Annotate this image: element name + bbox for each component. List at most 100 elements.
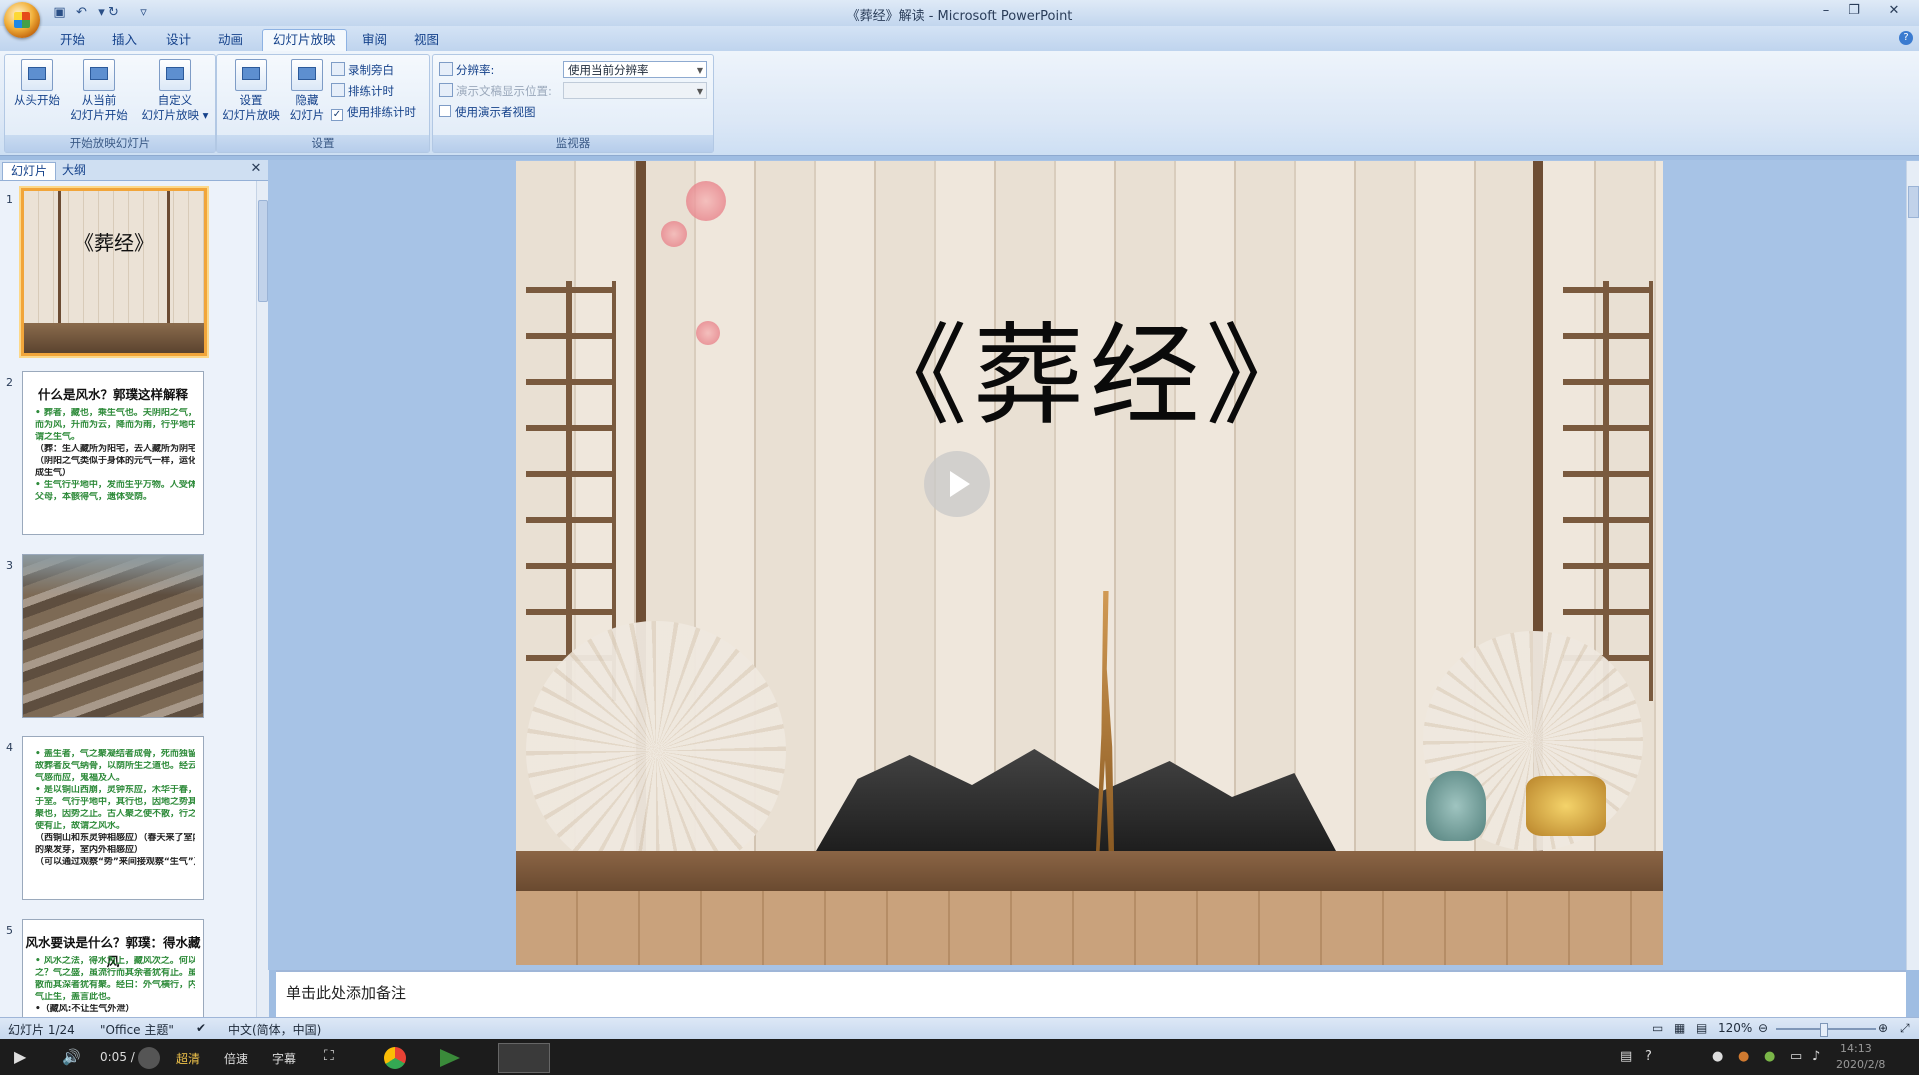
show-on-label: 演示文稿显示位置:: [439, 82, 552, 100]
slide-number: 1: [6, 193, 13, 206]
zoom-slider-thumb[interactable]: [1820, 1023, 1828, 1037]
slide-number: 4: [6, 741, 13, 754]
tray-icon[interactable]: ▤: [1620, 1049, 1632, 1064]
resolution-select[interactable]: 使用当前分辨率 ▼: [563, 61, 707, 78]
volume-icon[interactable]: 🔊: [62, 1048, 81, 1066]
thumb-line: 而为风，升而为云，降而为雨，行乎地中，: [35, 420, 195, 430]
wooden-table-decoration: [516, 851, 1663, 891]
save-icon[interactable]: ▣: [52, 5, 67, 20]
slide-thumbnail-5[interactable]: 风水要诀是什么？郭璞：得水藏风 • 风水之法，得水为上，藏风次之。何以言 之？气…: [22, 919, 204, 1017]
thumb-line: 气止生，盖言此也。: [35, 992, 117, 1002]
setup-slideshow-button[interactable]: 设置 幻灯片放映: [219, 59, 283, 123]
thumb-title: 什么是风水？郭璞这样解释: [37, 387, 188, 402]
close-button[interactable]: ✕: [1880, 2, 1908, 20]
group-monitors-label: 监视器: [433, 135, 713, 152]
play-icon[interactable]: ▶: [14, 1047, 26, 1066]
hide-label-1: 隐藏: [295, 93, 319, 107]
volume-tray-icon[interactable]: ♪: [1812, 1049, 1820, 1064]
help-tray-icon[interactable]: ?: [1645, 1049, 1652, 1064]
zoom-out-icon[interactable]: ⊖: [1758, 1021, 1768, 1035]
from-current-label-1: 从当前: [81, 93, 117, 107]
slide-thumbnail-3[interactable]: [22, 554, 204, 718]
play-video-icon[interactable]: [924, 451, 990, 517]
video-player-bar: ▶ 🔊 0:05 / 超清 倍速 字幕 ⛶ ▤ ? ● ● ● ▭ ♪ 14:1…: [0, 1039, 1919, 1075]
from-current-button[interactable]: 从当前 幻灯片开始: [63, 59, 135, 123]
fit-to-window-icon[interactable]: ⤢: [1900, 1021, 1910, 1036]
minimize-button[interactable]: –: [1812, 2, 1840, 20]
tab-slides[interactable]: 幻灯片: [2, 162, 57, 180]
spellcheck-icon[interactable]: ✔: [196, 1021, 206, 1035]
normal-view-icon[interactable]: ▭: [1652, 1021, 1663, 1035]
speed-button[interactable]: 倍速: [224, 1050, 248, 1067]
restore-button[interactable]: ❐: [1840, 2, 1868, 20]
hide-slide-button[interactable]: 隐藏 幻灯片: [283, 59, 331, 123]
tab-slide-show[interactable]: 幻灯片放映: [262, 29, 347, 52]
customize-toolbar-icon[interactable]: ▿: [136, 5, 151, 20]
tab-design[interactable]: 设计: [156, 30, 201, 50]
browser-taskbar-icon[interactable]: [384, 1047, 406, 1069]
current-slide[interactable]: 《葬经》: [516, 161, 1663, 965]
media-taskbar-icon[interactable]: [440, 1049, 460, 1067]
powerpoint-taskbar-button[interactable]: [498, 1043, 550, 1073]
thumb-text: • 风水之法，得水为上，藏风次之。何以言 之？气之盛，虽流行而其余者犹有止。虽零…: [35, 956, 195, 1016]
slide-scroll-thumb[interactable]: [1908, 186, 1919, 218]
notes-pane[interactable]: 单击此处添加备注: [276, 970, 1906, 1019]
slide-scrollbar[interactable]: [1906, 161, 1919, 970]
thumb-line: （西铜山和东灵钟相感应）（春天来了室内: [35, 833, 195, 843]
thumb-line: 谓之生气。: [35, 432, 81, 442]
custom-slideshow-button[interactable]: 自定义 幻灯片放映 ▾: [137, 59, 213, 123]
office-button[interactable]: [4, 2, 40, 38]
record-narration-button[interactable]: 录制旁白: [331, 61, 394, 79]
quality-button[interactable]: 超清: [176, 1050, 200, 1067]
use-timings-checkbox[interactable]: ✓ 使用排练计时: [331, 103, 416, 121]
slide-thumbnail-4[interactable]: • 盖生者，气之聚凝结者成骨，死而独留。 故葬者反气纳骨，以荫所生之道也。经云：…: [22, 736, 204, 900]
ribbon-tab-bar: 开始 插入 设计 动画 幻灯片放映 审阅 视图 ?: [0, 26, 1919, 52]
network-tray-icon[interactable]: ●: [1712, 1049, 1723, 1064]
rehearse-timings-button[interactable]: 排练计时: [331, 82, 394, 100]
close-pane-icon[interactable]: ✕: [248, 161, 264, 177]
redo-icon[interactable]: ↻: [106, 5, 121, 20]
danmaku-icon[interactable]: ⛶: [324, 1048, 334, 1064]
tab-view[interactable]: 视图: [404, 30, 449, 50]
slide-title[interactable]: 《葬经》: [516, 316, 1663, 436]
security-tray-icon[interactable]: ●: [1738, 1049, 1749, 1064]
thumb-line: （阴阳之气类似于身体的元气一样，运化: [35, 456, 195, 466]
zoom-level[interactable]: 120%: [1718, 1021, 1752, 1035]
display-tray-icon[interactable]: ▭: [1790, 1049, 1802, 1064]
help-icon[interactable]: ?: [1899, 31, 1913, 45]
undo-icon[interactable]: ↶: [74, 5, 89, 20]
setup-label-1: 设置: [239, 93, 263, 107]
presenter-view-checkbox[interactable]: 使用演示者视图: [439, 103, 536, 121]
slide-position: 幻灯片 1/24: [8, 1023, 75, 1037]
thumb-line: 使有止，故谓之风水。: [35, 821, 126, 831]
tab-outline[interactable]: 大纲: [54, 162, 94, 179]
theme-name: "Office 主题": [100, 1023, 174, 1037]
language-indicator[interactable]: 中文(简体，中国): [228, 1021, 321, 1038]
slide-number: 2: [6, 376, 13, 389]
tab-review[interactable]: 审阅: [352, 30, 397, 50]
thumb-line: （葬：生人藏所为阳宅，去人藏所为阴宅）: [35, 444, 195, 454]
from-beginning-label: 从头开始: [14, 93, 60, 107]
subtitle-button[interactable]: 字幕: [272, 1050, 296, 1067]
update-tray-icon[interactable]: ●: [1764, 1049, 1775, 1064]
group-start-label: 开始放映幻灯片: [5, 135, 215, 152]
slide-thumbnail-1[interactable]: 《葬经》: [21, 188, 207, 356]
from-beginning-button[interactable]: 从头开始: [7, 59, 67, 108]
thumb-line: 的栗发芽，室内外相感应）: [35, 845, 144, 855]
rehearse-timings-label: 排练计时: [348, 84, 394, 98]
slideshow-view-icon[interactable]: ▤: [1696, 1021, 1707, 1035]
show-on-select[interactable]: ▼: [563, 82, 707, 99]
pane-scroll-thumb[interactable]: [258, 200, 268, 302]
slide-number: 3: [6, 559, 13, 572]
tab-animations[interactable]: 动画: [208, 30, 253, 50]
slide-sorter-view-icon[interactable]: ▦: [1674, 1021, 1685, 1035]
zoom-in-icon[interactable]: ⊕: [1878, 1021, 1888, 1035]
clock-date: 2020/2/8: [1836, 1058, 1886, 1071]
checkbox-unchecked-icon: [439, 105, 451, 117]
tab-insert[interactable]: 插入: [102, 30, 147, 50]
slide-thumbnail-2[interactable]: 什么是风水？郭璞这样解释 • 葬者，藏也，乘生气也。夫阴阳之气，噫 而为风，升而…: [22, 371, 204, 535]
notes-placeholder: 单击此处添加备注: [286, 984, 407, 1002]
pane-tab-bar: 幻灯片 大纲 ✕: [0, 160, 268, 181]
tab-home[interactable]: 开始: [50, 30, 95, 50]
group-setup-label: 设置: [217, 135, 429, 152]
